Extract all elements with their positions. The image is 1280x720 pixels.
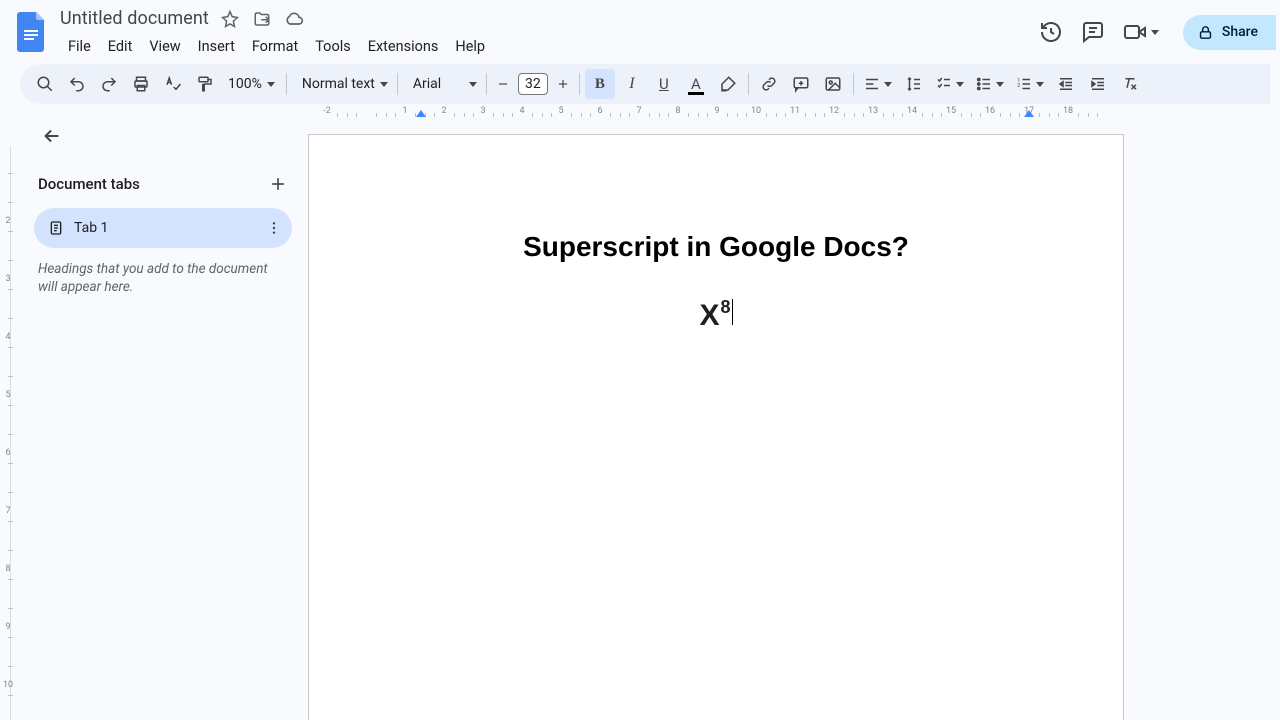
dropdown-arrow-icon [996, 82, 1004, 87]
comments-icon[interactable] [1081, 20, 1105, 44]
sidebar: Document tabs Tab 1 Headings that you ad… [18, 104, 308, 720]
search-menus-button[interactable] [30, 69, 60, 99]
indent-increase-button[interactable] [1083, 69, 1113, 99]
meet-icon[interactable] [1123, 20, 1159, 44]
collapse-sidebar-button[interactable] [34, 118, 70, 154]
menu-view[interactable]: View [141, 35, 188, 58]
bullet-list-button[interactable] [971, 69, 1009, 99]
text-color-letter: A [691, 75, 701, 93]
gdocs-app-icon[interactable] [14, 10, 50, 54]
decrease-font-button[interactable] [492, 69, 514, 99]
menu-extensions[interactable]: Extensions [360, 35, 447, 58]
left-indent-marker[interactable] [416, 110, 426, 117]
redo-button[interactable] [94, 69, 124, 99]
highlight-button[interactable] [713, 69, 743, 99]
zoom-select[interactable]: 100% [222, 76, 281, 92]
clear-formatting-button[interactable] [1115, 69, 1145, 99]
align-button[interactable] [859, 69, 897, 99]
style-value: Normal text [302, 76, 375, 92]
tab-item-1[interactable]: Tab 1 [34, 208, 292, 248]
indent-decrease-button[interactable] [1051, 69, 1081, 99]
checklist-button[interactable] [931, 69, 969, 99]
menu-tools[interactable]: Tools [307, 35, 359, 58]
dropdown-arrow-icon [1151, 30, 1159, 35]
add-tab-button[interactable] [268, 174, 288, 194]
paragraph-style-select[interactable]: Normal text [292, 76, 392, 92]
insert-image-button[interactable] [818, 69, 848, 99]
svg-text:2: 2 [1018, 83, 1021, 89]
font-size-value: 32 [525, 76, 541, 92]
insert-comment-button[interactable] [786, 69, 816, 99]
increase-font-button[interactable] [552, 69, 574, 99]
undo-button[interactable] [62, 69, 92, 99]
expr-base: X [699, 301, 719, 331]
star-icon[interactable] [219, 8, 241, 30]
move-icon[interactable] [251, 8, 273, 30]
dropdown-arrow-icon [267, 82, 275, 87]
dropdown-arrow-icon [469, 82, 477, 87]
tab-label: Tab 1 [74, 220, 256, 236]
dropdown-arrow-icon [956, 82, 964, 87]
dropdown-arrow-icon [380, 82, 388, 87]
font-value: Arial [413, 76, 441, 92]
document-icon [48, 220, 64, 236]
print-button[interactable] [126, 69, 156, 99]
expr-superscript: 8 [721, 297, 731, 318]
share-button[interactable]: Share [1183, 15, 1276, 50]
text-cursor [732, 299, 733, 325]
menu-insert[interactable]: Insert [190, 35, 243, 58]
menu-bar: File Edit View Insert Format Tools Exten… [60, 33, 1039, 59]
tab-more-button[interactable] [266, 220, 282, 236]
font-select[interactable]: Arial [403, 76, 481, 92]
menu-help[interactable]: Help [447, 35, 493, 58]
dropdown-arrow-icon [1036, 82, 1044, 87]
menu-edit[interactable]: Edit [100, 35, 141, 58]
italic-button[interactable]: I [617, 69, 647, 99]
history-icon[interactable] [1039, 20, 1063, 44]
bold-button[interactable]: B [585, 69, 615, 99]
right-indent-marker[interactable] [1024, 110, 1034, 117]
text-color-button[interactable]: A [681, 69, 711, 99]
cloud-status-icon[interactable] [283, 8, 305, 30]
document-tabs-title: Document tabs [38, 175, 140, 193]
underline-letter: U [659, 75, 669, 93]
spellcheck-button[interactable] [158, 69, 188, 99]
paint-format-button[interactable] [190, 69, 220, 99]
share-label: Share [1222, 24, 1258, 40]
document-expression[interactable]: X8 [699, 301, 732, 331]
numbered-list-button[interactable]: 12 [1011, 69, 1049, 99]
zoom-value: 100% [228, 76, 262, 92]
document-page[interactable]: Superscript in Google Docs? X8 [308, 134, 1124, 720]
horizontal-ruler[interactable]: -2123456789101112131415161718 [308, 104, 1280, 120]
line-spacing-button[interactable] [899, 69, 929, 99]
underline-button[interactable]: U [649, 69, 679, 99]
headings-hint-text: Headings that you add to the document wi… [34, 248, 292, 308]
vertical-ruler: 234567891011 [0, 116, 18, 720]
dropdown-arrow-icon [884, 82, 892, 87]
menu-file[interactable]: File [60, 35, 99, 58]
document-title[interactable]: Untitled document [60, 8, 209, 31]
font-size-input[interactable]: 32 [518, 73, 548, 95]
insert-link-button[interactable] [754, 69, 784, 99]
document-heading-text[interactable]: Superscript in Google Docs? [405, 231, 1027, 263]
lock-icon [1197, 24, 1214, 41]
toolbar: 100% Normal text Arial 32 B I U A 12 [20, 64, 1270, 104]
menu-format[interactable]: Format [244, 35, 306, 58]
